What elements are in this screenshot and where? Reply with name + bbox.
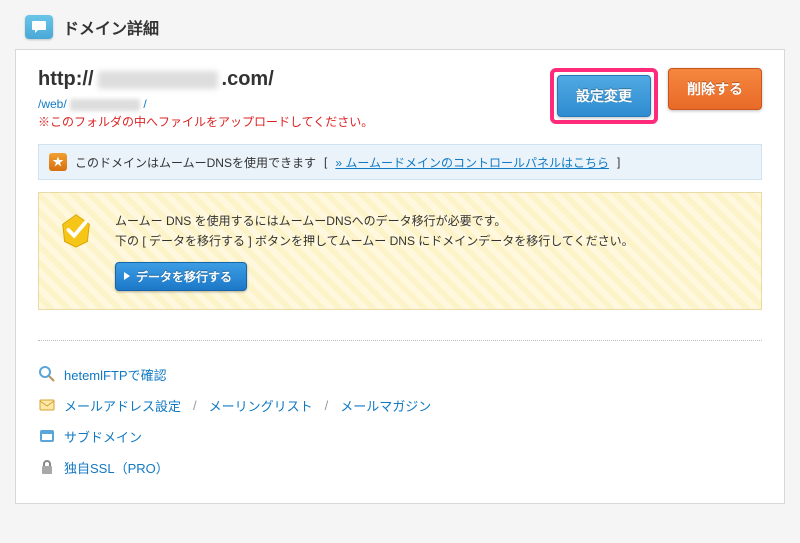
- heteml-ftp-link[interactable]: hetemlFTPで確認: [64, 365, 167, 384]
- page-title: ドメイン詳細: [63, 15, 159, 39]
- dns-bar-text: このドメインはムームーDNSを使用できます: [75, 154, 316, 171]
- dns-link-prefix: [: [324, 155, 327, 169]
- mail-magazine-link[interactable]: メールマガジン: [340, 396, 431, 415]
- list-item: サブドメイン: [38, 421, 762, 452]
- muumuu-control-panel-link[interactable]: » ムームードメインのコントロールパネルはこちら: [335, 154, 609, 171]
- migrate-line1: ムームー DNS を使用するにはムームーDNSへのデータ移行が必要です。: [115, 211, 634, 231]
- domain-url: http:// .com/: [38, 68, 550, 91]
- delete-button[interactable]: 削除する: [668, 68, 762, 110]
- divider: [38, 340, 762, 341]
- window-icon: [38, 427, 56, 445]
- magnifier-icon: [38, 365, 56, 383]
- migrate-text: ムームー DNS を使用するにはムームーDNSへのデータ移行が必要です。 下の …: [115, 211, 634, 291]
- links-list: hetemlFTPで確認 メールアドレス設定 / メーリングリスト / メールマ…: [38, 359, 762, 483]
- top-row: http:// .com/ /web/ / ※このフォルダの中へファイルをアップ…: [38, 68, 762, 130]
- envelope-icon: [38, 396, 56, 414]
- highlight-frame: 設定変更: [550, 68, 658, 124]
- lock-icon: [38, 458, 56, 476]
- migrate-button-label: データを移行する: [136, 268, 232, 285]
- list-item: 独自SSL（PRO）: [38, 452, 762, 483]
- checkmark-badge-icon: [57, 211, 95, 249]
- separator: /: [325, 398, 329, 413]
- domain-detail-panel: http:// .com/ /web/ / ※このフォルダの中へファイルをアップ…: [15, 49, 785, 504]
- list-item: hetemlFTPで確認: [38, 359, 762, 390]
- url-suffix: .com/: [222, 68, 274, 91]
- url-prefix: http://: [38, 68, 94, 91]
- mail-address-link[interactable]: メールアドレス設定: [64, 396, 181, 415]
- subdomain-link[interactable]: サブドメイン: [64, 427, 142, 446]
- separator: /: [193, 398, 197, 413]
- ssl-link[interactable]: 独自SSL（PRO）: [64, 458, 169, 477]
- speech-bubble-icon: [25, 15, 53, 39]
- domain-block: http:// .com/ /web/ / ※このフォルダの中へファイルをアップ…: [38, 68, 550, 130]
- upload-note: ※このフォルダの中へファイルをアップロードしてください。: [38, 113, 550, 130]
- web-path: /web/ /: [38, 97, 550, 111]
- migrate-box: ムームー DNS を使用するにはムームーDNSへのデータ移行が必要です。 下の …: [38, 192, 762, 310]
- play-icon: [124, 272, 130, 280]
- list-item: メールアドレス設定 / メーリングリスト / メールマガジン: [38, 390, 762, 421]
- page-header: ドメイン詳細: [10, 10, 790, 49]
- dns-info-bar: このドメインはムームーDNSを使用できます [ » ムームードメインのコントロー…: [38, 144, 762, 180]
- redacted-path: [70, 99, 140, 111]
- web-path-suffix: /: [143, 97, 146, 111]
- migrate-data-button[interactable]: データを移行する: [115, 262, 247, 291]
- star-icon: [49, 153, 67, 171]
- mailing-list-link[interactable]: メーリングリスト: [209, 396, 313, 415]
- redacted-domain: [98, 71, 218, 89]
- change-settings-button[interactable]: 設定変更: [557, 75, 651, 117]
- action-buttons: 設定変更 削除する: [550, 68, 762, 124]
- dns-link-suffix: ]: [617, 155, 620, 169]
- web-path-prefix: /web/: [38, 97, 67, 111]
- migrate-line2: 下の [ データを移行する ] ボタンを押してムームー DNS にドメインデータ…: [115, 231, 634, 251]
